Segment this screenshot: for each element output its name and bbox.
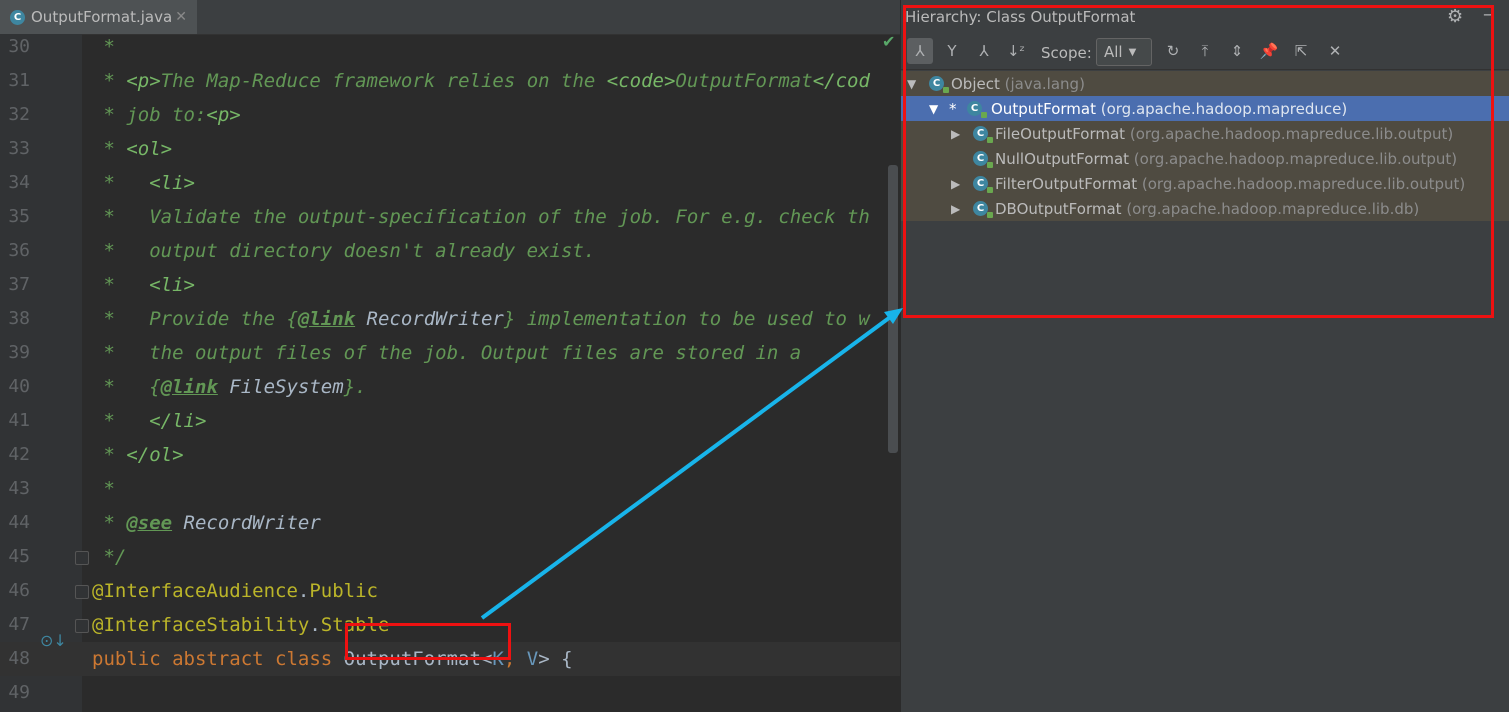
callout-arrow	[480, 308, 903, 620]
callout-arrow-line	[480, 313, 895, 620]
